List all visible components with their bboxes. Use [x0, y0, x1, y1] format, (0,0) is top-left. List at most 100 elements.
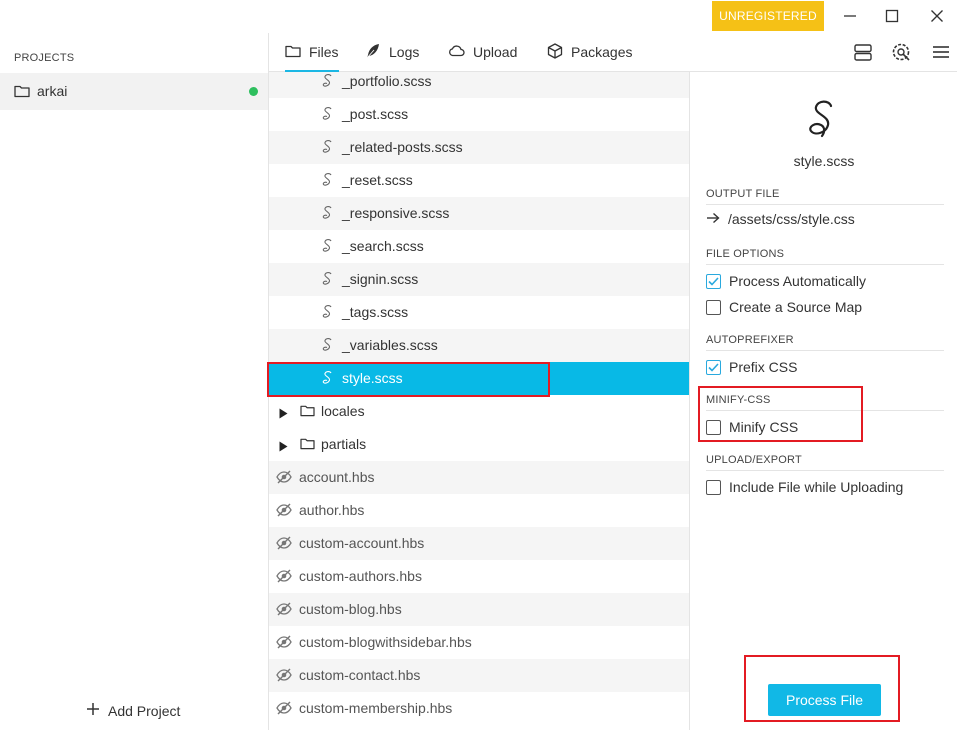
arrow-right-icon [706, 211, 720, 227]
include-file-option[interactable]: Include File while Uploading [706, 479, 903, 495]
process-automatically-checkbox[interactable] [706, 273, 721, 289]
file-item[interactable]: _related-posts.scss [269, 131, 689, 164]
file-item[interactable]: custom-blogwithsidebar.hbs [269, 626, 689, 659]
file-item[interactable]: custom-blog.hbs [269, 593, 689, 626]
process-automatically-label: Process Automatically [729, 273, 866, 289]
close-icon[interactable] [925, 4, 949, 28]
main-tabs: Files Logs Upload Packages [268, 33, 957, 72]
projects-heading: PROJECTS [14, 52, 75, 64]
minify-css-option[interactable]: Minify CSS [706, 419, 798, 435]
folder-name: partials [321, 436, 367, 452]
title-bar: UNREGISTERED [0, 0, 957, 33]
add-project-button[interactable]: Add Project [86, 702, 180, 719]
file-item[interactable]: custom-contact.hbs [269, 659, 689, 692]
file-name: custom-membership.hbs [299, 700, 453, 716]
file-name: _responsive.scss [342, 205, 450, 221]
sass-file-icon [321, 271, 335, 287]
feather-icon [365, 43, 381, 62]
file-item[interactable]: account.hbs [269, 461, 689, 494]
eye-slash-icon [276, 635, 292, 651]
eye-slash-icon [276, 569, 292, 585]
file-name: _search.scss [342, 238, 424, 254]
sass-file-icon [321, 172, 335, 188]
settings-icon[interactable] [890, 41, 912, 63]
server-icon[interactable] [852, 41, 874, 63]
sass-file-icon [321, 304, 335, 320]
output-file-path[interactable]: /assets/css/style.css [706, 211, 855, 227]
file-name: custom-contact.hbs [299, 667, 421, 683]
folder-icon [300, 404, 315, 420]
sass-file-icon [321, 106, 335, 122]
file-item[interactable]: _tags.scss [269, 296, 689, 329]
eye-slash-icon [276, 668, 292, 684]
project-item-arkai[interactable]: arkai [0, 73, 268, 110]
sass-file-icon [321, 238, 335, 254]
source-map-option[interactable]: Create a Source Map [706, 299, 862, 315]
file-item[interactable]: custom-membership.hbs [269, 692, 689, 725]
plus-icon [86, 702, 100, 719]
sass-file-icon [321, 337, 335, 353]
file-name: author.hbs [299, 502, 365, 518]
folder-item[interactable]: partials [269, 428, 689, 461]
sass-file-icon [321, 370, 335, 386]
file-item[interactable]: _responsive.scss [269, 197, 689, 230]
file-item[interactable]: _reset.scss [269, 164, 689, 197]
project-status-dot [249, 87, 258, 96]
file-item[interactable]: _search.scss [269, 230, 689, 263]
prefix-css-option[interactable]: Prefix CSS [706, 359, 797, 375]
source-map-label: Create a Source Map [729, 299, 863, 315]
minify-css-checkbox[interactable] [706, 419, 721, 435]
minify-css-heading: MINIFY-CSS [706, 394, 944, 411]
file-name: custom-authors.hbs [299, 568, 422, 584]
minimize-icon[interactable] [838, 4, 862, 28]
file-name: style.scss [342, 370, 403, 386]
eye-slash-icon [276, 470, 292, 486]
output-path-text: /assets/css/style.css [728, 211, 855, 227]
process-automatically-option[interactable]: Process Automatically [706, 273, 866, 289]
tab-files[interactable]: Files [285, 33, 339, 72]
file-name: custom-blog.hbs [299, 601, 402, 617]
unregistered-badge[interactable]: UNREGISTERED [712, 1, 824, 31]
sass-file-icon [321, 205, 335, 221]
file-item[interactable]: _portfolio.scss [269, 72, 689, 98]
tab-packages[interactable]: Packages [547, 33, 632, 71]
process-file-button[interactable]: Process File [768, 684, 881, 716]
expand-arrow-icon[interactable] [279, 439, 288, 455]
file-item[interactable]: _post.scss [269, 98, 689, 131]
tab-logs[interactable]: Logs [365, 33, 419, 71]
file-item[interactable]: author.hbs [269, 494, 689, 527]
include-file-label: Include File while Uploading [729, 479, 904, 495]
tab-logs-label: Logs [389, 44, 420, 60]
source-map-checkbox[interactable] [706, 299, 721, 315]
package-icon [547, 42, 563, 62]
file-list: _portfolio.scss _post.scss _related-post… [268, 72, 689, 730]
folder-icon [300, 437, 315, 453]
expand-arrow-icon[interactable] [279, 406, 288, 422]
file-name: account.hbs [299, 469, 375, 485]
file-name: _tags.scss [342, 304, 409, 320]
file-name: _signin.scss [342, 271, 419, 287]
tab-upload[interactable]: Upload [448, 33, 517, 71]
upload-export-heading: UPLOAD/EXPORT [706, 454, 944, 471]
sass-file-icon [321, 139, 335, 155]
menu-icon[interactable] [930, 41, 952, 63]
prefix-css-label: Prefix CSS [729, 359, 798, 375]
file-name: _portfolio.scss [342, 73, 432, 89]
folder-item[interactable]: locales [269, 395, 689, 428]
file-item[interactable]: custom-authors.hbs [269, 560, 689, 593]
prefix-css-checkbox[interactable] [706, 359, 721, 375]
file-name: _variables.scss [342, 337, 438, 353]
file-item-selected[interactable]: style.scss [269, 362, 689, 395]
include-file-checkbox[interactable] [706, 479, 721, 495]
file-item[interactable]: _variables.scss [269, 329, 689, 362]
maximize-icon[interactable] [880, 4, 904, 28]
file-name: _post.scss [342, 106, 409, 122]
folder-icon [14, 84, 30, 101]
projects-sidebar: PROJECTS arkai Add Project [0, 33, 268, 730]
tab-packages-label: Packages [571, 44, 633, 60]
eye-slash-icon [276, 602, 292, 618]
file-item[interactable]: custom-account.hbs [269, 527, 689, 560]
selected-file-name: style.scss [793, 153, 855, 169]
file-item[interactable]: _signin.scss [269, 263, 689, 296]
tab-upload-label: Upload [473, 44, 518, 60]
